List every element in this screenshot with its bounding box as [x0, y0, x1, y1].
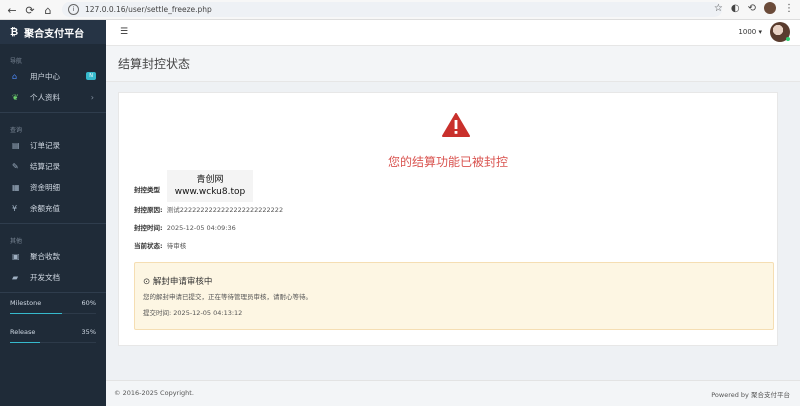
progress-release: Release 35%: [0, 328, 106, 343]
unfreeze-notice: ⊙ 解封申请审核中 您的解封申请已提交，正在等待管理员审核，请耐心等待。 提交时…: [134, 262, 774, 330]
progress-fill: [10, 342, 41, 343]
sidebar-item-label: 开发文档: [30, 273, 60, 282]
profile-sync-icon[interactable]: ⟲: [748, 3, 756, 14]
sidebar-item-recharge[interactable]: ¥ 余额充值: [0, 198, 106, 219]
edit-icon: ✎: [12, 162, 19, 171]
notice-time-label: 提交时间:: [143, 309, 172, 317]
leaf-icon: ❦: [12, 93, 19, 102]
sidebar-item-label: 结算记录: [30, 162, 60, 171]
notice-text: 您的解封申请已提交，正在等待管理员审核，请耐心等待。: [143, 293, 312, 301]
progress-fill: [10, 313, 62, 314]
field-freeze-type: 封控类型: [134, 184, 162, 194]
menu-toggle-icon[interactable]: ☰: [120, 27, 128, 37]
extension-icon[interactable]: ◐: [731, 3, 740, 14]
progress-milestone: Milestone 60%: [0, 299, 106, 314]
sidebar-item-label: 余额充值: [30, 204, 60, 213]
back-icon[interactable]: ←: [4, 2, 20, 18]
field-label: 当前状态:: [134, 242, 163, 250]
sidebar-item-label: 用户中心: [30, 72, 60, 81]
freeze-panel: 您的结算功能已被封控 封控类型 青创网 www.wcku8.top 封控原因: …: [118, 92, 778, 346]
sidebar-item-label: 资金明细: [30, 183, 60, 192]
freeze-headline: 您的结算功能已被封控: [387, 155, 508, 169]
notice-time-row: 提交时间: 2025-12-05 04:13:12: [143, 307, 242, 317]
user-number: 1000: [738, 28, 757, 36]
bitcoin-icon: ₿: [10, 26, 19, 38]
field-label: 封控类型: [134, 186, 160, 194]
home-icon[interactable]: ⌂: [40, 2, 56, 18]
page-title: 结算封控状态: [118, 57, 191, 71]
main-content: 您的结算功能已被封控 封控类型 青创网 www.wcku8.top 封控原因: …: [106, 82, 800, 380]
footer: © 2016-2025 Copyright. Powered by 聚合支付平台: [106, 380, 800, 406]
progress-track: [10, 342, 96, 343]
powered-prefix: Powered by: [711, 391, 749, 399]
sidebar-item-label: 聚合收款: [30, 252, 60, 261]
field-freeze-reason: 封控原因: 测试2222222222222222222222222: [134, 204, 283, 214]
address-bar[interactable]: i 127.0.0.16/user/settle_freeze.php: [62, 2, 722, 17]
page-title-bar: 结算封控状态: [106, 46, 800, 82]
watermark-line-1: 青创网: [196, 175, 224, 185]
caret-down-icon: ▾: [758, 28, 762, 36]
sidebar-item-aggregate-pay[interactable]: ▣ 聚合收款: [0, 246, 106, 267]
info-icon[interactable]: i: [68, 4, 79, 15]
progress-label: Release: [10, 328, 36, 336]
more-menu-icon[interactable]: ⋮: [784, 3, 794, 14]
sidebar-item-label: 订单记录: [30, 141, 60, 150]
reload-icon[interactable]: ⟳: [22, 2, 38, 18]
brand[interactable]: ₿ 聚合支付平台: [0, 20, 106, 44]
sidebar-item-settlements[interactable]: ✎ 结算记录: [0, 156, 106, 177]
brand-name: 聚合支付平台: [24, 28, 85, 40]
section-title-query: 查询: [10, 127, 23, 134]
warning-icon: [442, 113, 470, 137]
yen-icon: ¥: [12, 204, 18, 213]
chevron-right-icon: ›: [90, 93, 94, 102]
clock-icon: ⊙: [143, 277, 151, 287]
top-header: ☰ 1000 ▾: [106, 20, 800, 46]
notice-time-value: 2025-12-05 04:13:12: [173, 309, 243, 317]
calendar-icon: ▦: [12, 183, 20, 192]
sidebar-item-funds[interactable]: ▦ 资金明细: [0, 177, 106, 198]
sidebar-item-user-center[interactable]: ⌂ 用户中心 N: [0, 66, 106, 87]
divider: [0, 292, 106, 293]
sidebar-item-docs[interactable]: ▰ 开发文档: [0, 267, 106, 288]
notice-title-row: ⊙ 解封申请审核中: [143, 275, 212, 287]
sidebar: ₿ 聚合支付平台 导航 ⌂ 用户中心 N ❦ 个人资料 › 查询 ▤ 订单记录 …: [0, 20, 106, 406]
new-badge: N: [86, 72, 96, 80]
notice-title: 解封申请审核中: [152, 277, 213, 287]
powered-name-link[interactable]: 聚合支付平台: [751, 391, 790, 399]
sidebar-item-profile[interactable]: ❦ 个人资料 ›: [0, 87, 106, 108]
watermark-line-2: www.wcku8.top: [174, 187, 246, 197]
sidebar-item-orders[interactable]: ▤ 订单记录: [0, 135, 106, 156]
field-label: 封控时间:: [134, 224, 163, 232]
sidebar-item-label: 个人资料: [30, 93, 60, 102]
star-icon[interactable]: ☆: [714, 3, 723, 14]
progress-percent: 35%: [81, 328, 96, 336]
field-freeze-time: 封控时间: 2025-12-05 04:09:36: [134, 222, 236, 232]
status-badge: 待审核: [166, 242, 187, 250]
browser-profile-avatar[interactable]: [764, 2, 776, 14]
browser-toolbar: ← ⟳ ⌂ i 127.0.0.16/user/settle_freeze.ph…: [0, 0, 800, 20]
field-value: 2025-12-05 04:09:36: [166, 224, 236, 232]
home-icon: ⌂: [12, 72, 18, 81]
powered-by: Powered by 聚合支付平台: [711, 389, 790, 399]
section-title-other: 其他: [10, 238, 23, 245]
progress-label: Milestone: [10, 299, 42, 307]
list-icon: ▤: [12, 141, 20, 150]
url-text: 127.0.0.16/user/settle_freeze.php: [85, 5, 212, 14]
watermark: 青创网 www.wcku8.top: [167, 170, 253, 202]
copyright: © 2016-2025 Copyright.: [114, 389, 194, 397]
field-value: 测试2222222222222222222222222: [166, 206, 284, 214]
progress-percent: 60%: [81, 299, 96, 307]
progress-track: [10, 313, 96, 314]
qrcode-icon: ▣: [12, 252, 20, 261]
user-dropdown[interactable]: 1000 ▾: [738, 28, 762, 36]
section-title-nav: 导航: [10, 58, 23, 65]
book-icon: ▰: [12, 273, 19, 282]
field-label: 封控原因:: [134, 206, 163, 214]
field-current-status: 当前状态: 待审核: [134, 240, 186, 250]
online-status-dot: [786, 37, 790, 41]
